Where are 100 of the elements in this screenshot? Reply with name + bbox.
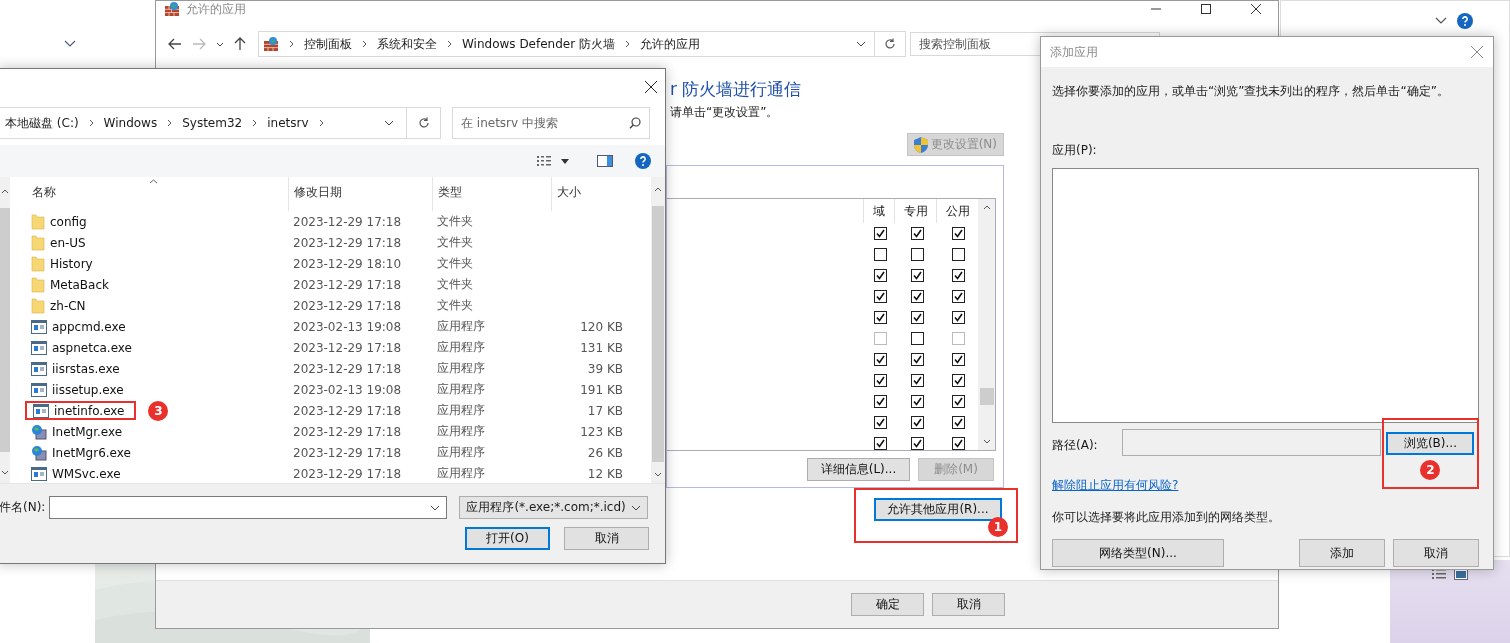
checkbox[interactable] [874, 395, 887, 408]
refresh-button[interactable] [407, 107, 441, 139]
checkbox[interactable] [951, 290, 965, 303]
open-button[interactable]: 打开(O) [465, 527, 550, 550]
breadcrumb-item[interactable]: Windows Defender 防火墙 [462, 35, 615, 53]
ok-button[interactable]: 确定 [851, 593, 924, 616]
chevron-right-icon[interactable] [252, 119, 258, 127]
chevron-right-icon[interactable] [362, 40, 367, 48]
checkbox[interactable] [910, 290, 924, 303]
chevron-right-icon[interactable] [88, 119, 94, 127]
scrollbar-thumb[interactable] [652, 206, 664, 462]
chevron-down-icon[interactable] [856, 41, 866, 47]
checkbox[interactable] [951, 227, 965, 240]
checkbox[interactable] [874, 437, 887, 450]
checkbox[interactable] [910, 332, 924, 345]
cancel-button[interactable]: 取消 [1393, 539, 1479, 567]
breadcrumb-item[interactable]: 本地磁盘 (C:) [5, 114, 79, 132]
scrollbar[interactable] [651, 177, 665, 483]
column-header[interactable]: 域 [863, 199, 894, 223]
back-arrow-icon[interactable] [168, 38, 182, 50]
address-bar[interactable]: 本地磁盘 (C:) Windows System32 inetsrv [0, 107, 407, 139]
breadcrumb-item[interactable]: Windows [103, 116, 158, 130]
breadcrumb-item[interactable]: System32 [182, 116, 243, 130]
chevron-right-icon[interactable] [167, 119, 173, 127]
file-name[interactable]: aspnetca.exe [52, 340, 132, 355]
breadcrumb-item[interactable]: inetsrv [267, 116, 309, 130]
breadcrumb-item[interactable]: 控制面板 [304, 35, 352, 53]
close-icon[interactable] [1251, 4, 1261, 14]
up-arrow-icon[interactable] [234, 37, 246, 51]
breadcrumb-item[interactable]: 系统和安全 [377, 35, 437, 53]
checkbox[interactable] [910, 395, 924, 408]
cancel-button[interactable]: 取消 [564, 527, 649, 550]
network-types-button[interactable]: 网络类型(N)... [1052, 539, 1224, 567]
chevron-down-icon[interactable] [982, 439, 991, 444]
file-type-dropdown[interactable]: 应用程序(*.exe;*.com;*.icd) [459, 496, 649, 519]
chevron-right-icon[interactable] [624, 40, 630, 48]
view-options-icon[interactable] [537, 155, 551, 167]
scrollbar-thumb[interactable] [979, 388, 994, 405]
file-name[interactable]: zh-CN [50, 298, 86, 313]
checkbox[interactable] [874, 374, 887, 387]
checkbox[interactable] [951, 395, 965, 408]
chevron-down-icon[interactable] [654, 472, 662, 477]
file-name[interactable]: History [50, 256, 93, 271]
allow-other-app-button[interactable]: 允许其他应用(R)... [874, 498, 1002, 521]
chevron-right-icon[interactable] [318, 119, 324, 127]
checkbox[interactable] [874, 353, 887, 366]
checkbox[interactable] [910, 227, 924, 240]
chevron-up-icon[interactable] [0, 189, 9, 194]
checkbox[interactable] [951, 416, 965, 429]
file-name[interactable]: WMSvc.exe [52, 466, 121, 481]
checkbox[interactable] [951, 269, 965, 282]
checkbox[interactable] [910, 248, 924, 261]
caret-icon[interactable] [561, 158, 569, 164]
checkbox[interactable] [910, 416, 924, 429]
column-header[interactable]: 类型 [432, 177, 551, 211]
scrollbar[interactable] [978, 199, 995, 450]
chevron-down-icon[interactable] [384, 120, 394, 126]
chevron-up-icon[interactable] [982, 205, 991, 210]
details-button[interactable]: 详细信息(L)... [807, 458, 910, 481]
checkbox[interactable] [910, 311, 924, 324]
help-link[interactable]: 解除阻止应用有何风险? [1052, 477, 1179, 494]
column-header[interactable]: 修改日期 [288, 177, 432, 211]
file-name[interactable]: MetaBack [50, 277, 109, 292]
column-header[interactable]: 名称 [32, 177, 288, 211]
checkbox[interactable] [951, 353, 965, 366]
checkbox[interactable] [951, 437, 965, 450]
chevron-right-icon[interactable] [447, 40, 452, 48]
details-view-icon[interactable] [1432, 568, 1446, 580]
file-name[interactable]: appcmd.exe [52, 319, 126, 334]
refresh-button[interactable] [875, 31, 906, 57]
file-name[interactable]: en-US [50, 235, 86, 250]
checkbox[interactable] [874, 269, 887, 282]
chevron-up-icon[interactable] [654, 187, 662, 192]
add-button[interactable]: 添加 [1299, 539, 1385, 567]
preview-pane-icon[interactable] [597, 155, 613, 167]
column-header[interactable]: 专用 [894, 199, 936, 223]
chevron-down-icon[interactable] [0, 470, 9, 475]
chevron-down-icon[interactable] [216, 41, 224, 47]
checkbox[interactable] [874, 290, 887, 303]
checkbox[interactable] [910, 374, 924, 387]
file-name[interactable]: InetMgr6.exe [52, 445, 131, 460]
checkbox[interactable] [910, 353, 924, 366]
maximize-icon[interactable] [1201, 4, 1211, 14]
checkbox[interactable] [874, 248, 887, 261]
file-name[interactable]: iissetup.exe [52, 382, 124, 397]
file-name[interactable]: config [50, 214, 87, 229]
checkbox[interactable] [910, 269, 924, 282]
breadcrumb-item[interactable]: 允许的应用 [639, 35, 700, 53]
scrollbar[interactable] [0, 177, 10, 483]
checkbox[interactable] [874, 311, 887, 324]
close-icon[interactable] [645, 81, 657, 93]
checkbox[interactable] [951, 374, 965, 387]
checkbox[interactable] [874, 416, 887, 429]
browse-button[interactable]: 浏览(B)... [1386, 432, 1475, 455]
file-name[interactable]: iisrstas.exe [52, 361, 120, 376]
checkbox[interactable] [910, 437, 924, 450]
chevron-down-icon[interactable] [1435, 17, 1447, 25]
checkbox[interactable] [951, 248, 965, 261]
cancel-button[interactable]: 取消 [932, 593, 1005, 616]
file-name[interactable]: inetinfo.exe [54, 403, 125, 418]
